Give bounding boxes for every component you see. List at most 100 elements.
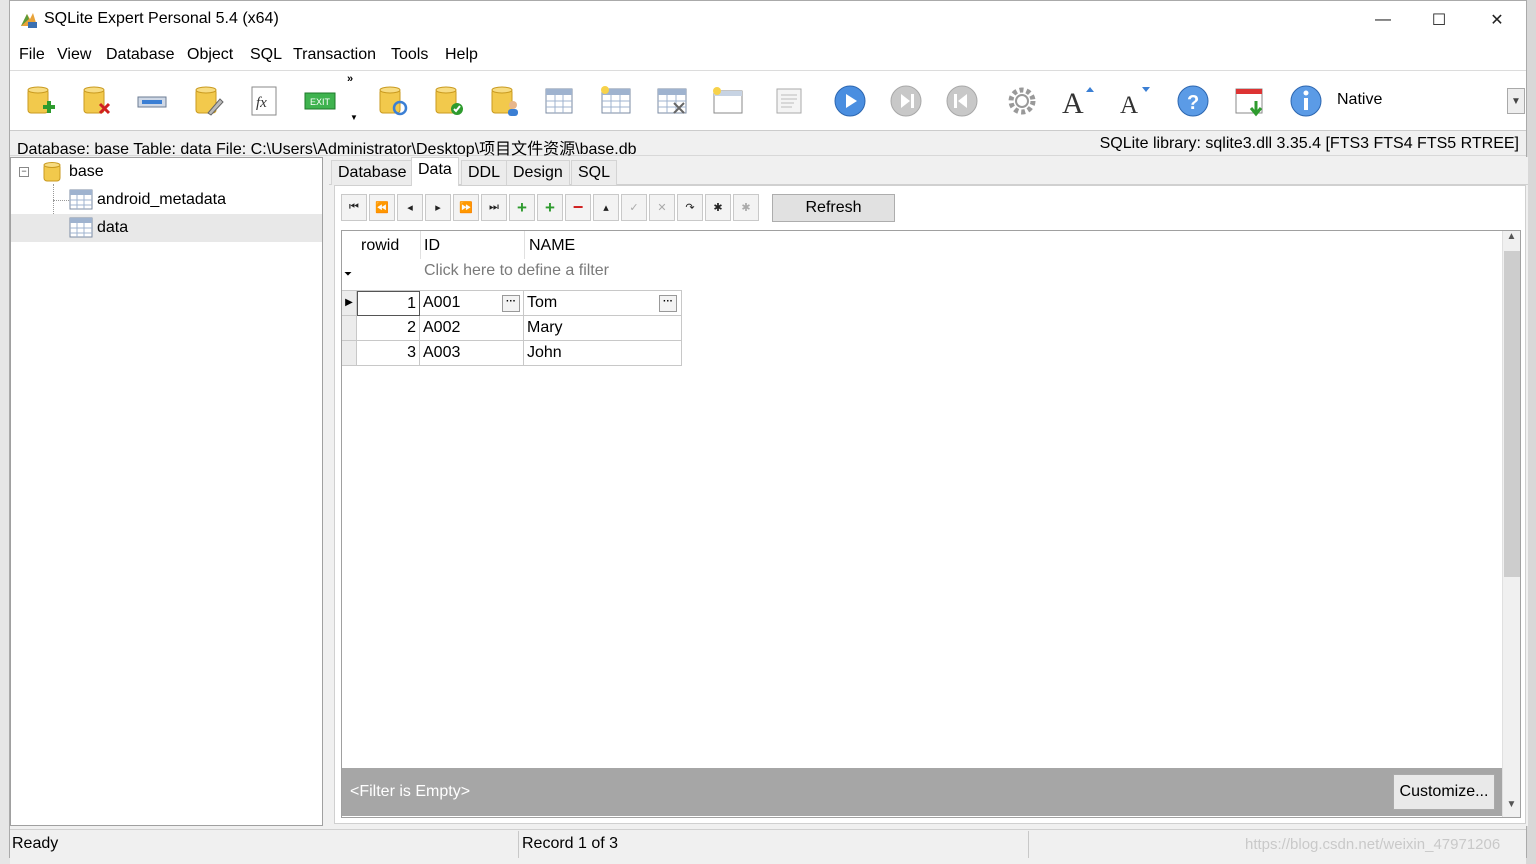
first-icon: ⏮ [349, 201, 359, 213]
tab-design[interactable]: Design [506, 160, 570, 185]
info-icon [1290, 85, 1322, 117]
database-user-button[interactable] [484, 81, 524, 121]
svg-text:A: A [1120, 92, 1138, 119]
scroll-down-icon[interactable]: ▼ [1503, 799, 1520, 817]
cell-id[interactable]: A002 [420, 316, 524, 341]
help-button[interactable]: ? [1173, 81, 1213, 121]
table-settings-button[interactable] [540, 81, 580, 121]
row-indicator [342, 316, 357, 341]
new-database-button[interactable] [20, 81, 60, 121]
close-button[interactable]: ✕ [1468, 1, 1526, 39]
database-ok-button[interactable] [428, 81, 468, 121]
append-record-button[interactable]: + [537, 194, 563, 221]
column-header-id[interactable]: ID [424, 237, 440, 255]
insert-record-button[interactable]: + [509, 194, 535, 221]
vertical-scrollbar[interactable]: ▲ ▼ [1502, 231, 1520, 817]
tab-ddl[interactable]: DDL [461, 160, 508, 185]
font-decrease-button[interactable]: A [1113, 81, 1153, 121]
edit-database-button[interactable] [188, 81, 228, 121]
last-record-button[interactable]: ⏭ [481, 194, 507, 221]
refresh-button[interactable]: Refresh [772, 194, 895, 222]
tree-node-base[interactable]: − base [11, 158, 322, 186]
collapse-icon[interactable]: − [19, 167, 29, 177]
cell-name[interactable]: Mary [524, 316, 682, 341]
column-header-name[interactable]: NAME [529, 237, 575, 255]
filter-placeholder[interactable]: Click here to define a filter [424, 262, 609, 280]
previous-button[interactable] [942, 81, 982, 121]
cell-rowid[interactable]: 3 [357, 341, 420, 366]
function-button[interactable]: fx [244, 81, 284, 121]
menu-view[interactable]: View [57, 46, 91, 64]
script-icon [776, 88, 802, 114]
scroll-up-icon[interactable]: ▲ [1503, 231, 1520, 249]
next-page-button[interactable]: ⏩ [453, 194, 479, 221]
delete-table-icon [657, 88, 687, 114]
prior-page-button[interactable]: ⏪ [369, 194, 395, 221]
new-table-button[interactable] [596, 81, 636, 121]
bookmark-button[interactable]: ✱ [705, 194, 731, 221]
next-record-button[interactable]: ▸ [425, 194, 451, 221]
play-button[interactable] [830, 81, 870, 121]
new-view-button[interactable] [708, 81, 748, 121]
post-edit-button[interactable]: ✓ [621, 194, 647, 221]
tree-node-data[interactable]: data [11, 214, 322, 242]
filter-icon: ⏷ [344, 269, 352, 280]
menu-file[interactable]: File [19, 46, 45, 64]
tab-sql[interactable]: SQL [571, 160, 618, 185]
delete-table-button[interactable] [652, 81, 692, 121]
database-user-icon [491, 86, 518, 116]
database-refresh-button[interactable] [372, 81, 412, 121]
cell-rowid[interactable]: 2 [357, 316, 420, 341]
minimize-button[interactable]: — [1354, 1, 1412, 39]
filter-row[interactable]: ⏷ Click here to define a filter [342, 259, 682, 283]
cell-id[interactable]: A003 [420, 341, 524, 366]
customize-button[interactable]: Customize... [1393, 774, 1495, 810]
next-button[interactable] [886, 81, 926, 121]
tab-data[interactable]: Data [411, 157, 459, 186]
info-button[interactable] [1286, 81, 1326, 121]
delete-record-button[interactable]: − [565, 194, 591, 221]
ellipsis-button[interactable]: ··· [659, 295, 677, 312]
column-divider [524, 231, 525, 259]
info-bar: Database: base Table: data File: C:\User… [10, 131, 1526, 158]
cell-rowid[interactable]: 1 [357, 291, 420, 316]
settings-button[interactable] [1002, 81, 1042, 121]
cell-name[interactable]: John [524, 341, 682, 366]
menu-tools[interactable]: Tools [391, 46, 428, 64]
menu-help[interactable]: Help [445, 46, 478, 64]
menu-sql[interactable]: SQL [250, 46, 282, 64]
tree-label-data: data [97, 219, 129, 236]
app-logo-icon [21, 13, 37, 28]
prior-record-button[interactable]: ◂ [397, 194, 423, 221]
table-row[interactable]: ▶ 1 A001 ··· Tom ··· [342, 290, 682, 316]
maximize-button[interactable]: ☐ [1410, 1, 1468, 39]
menu-object[interactable]: Object [187, 46, 233, 64]
toolbar-overflow-arrow-icon[interactable]: ▼ [350, 113, 358, 122]
refresh-data-button[interactable]: ↷ [677, 194, 703, 221]
menu-transaction[interactable]: Transaction [293, 46, 376, 64]
attach-database-button[interactable] [132, 81, 172, 121]
edit-database-icon [195, 86, 224, 116]
exit-button[interactable]: EXIT [300, 81, 340, 121]
script-button[interactable] [770, 81, 810, 121]
mode-dropdown-button[interactable]: ▼ [1507, 88, 1525, 114]
window-title: SQLite Expert Personal 5.4 (x64) [44, 10, 279, 27]
table-row[interactable]: 2 A002 Mary [342, 316, 682, 341]
download-button[interactable] [1230, 81, 1270, 121]
scrollbar-thumb[interactable] [1504, 251, 1520, 577]
ellipsis-button[interactable]: ··· [502, 295, 520, 312]
close-database-button[interactable] [76, 81, 116, 121]
column-header-rowid[interactable]: rowid [361, 237, 399, 255]
cancel-edit-button[interactable]: ✕ [649, 194, 675, 221]
last-icon: ⏭ [489, 201, 499, 213]
menu-database[interactable]: Database [106, 46, 175, 64]
tab-database[interactable]: Database [331, 160, 414, 185]
goto-bookmark-button[interactable]: ✱ [733, 194, 759, 221]
edit-record-button[interactable]: ▴ [593, 194, 619, 221]
first-record-button[interactable]: ⏮ [341, 194, 367, 221]
tree-node-android-metadata[interactable]: android_metadata [11, 186, 322, 214]
table-row[interactable]: 3 A003 John [342, 341, 682, 366]
filter-status-text[interactable]: <Filter is Empty> [350, 783, 470, 801]
toolbar-overflow-chevron[interactable]: » [347, 73, 353, 85]
font-increase-button[interactable]: A [1057, 81, 1097, 121]
